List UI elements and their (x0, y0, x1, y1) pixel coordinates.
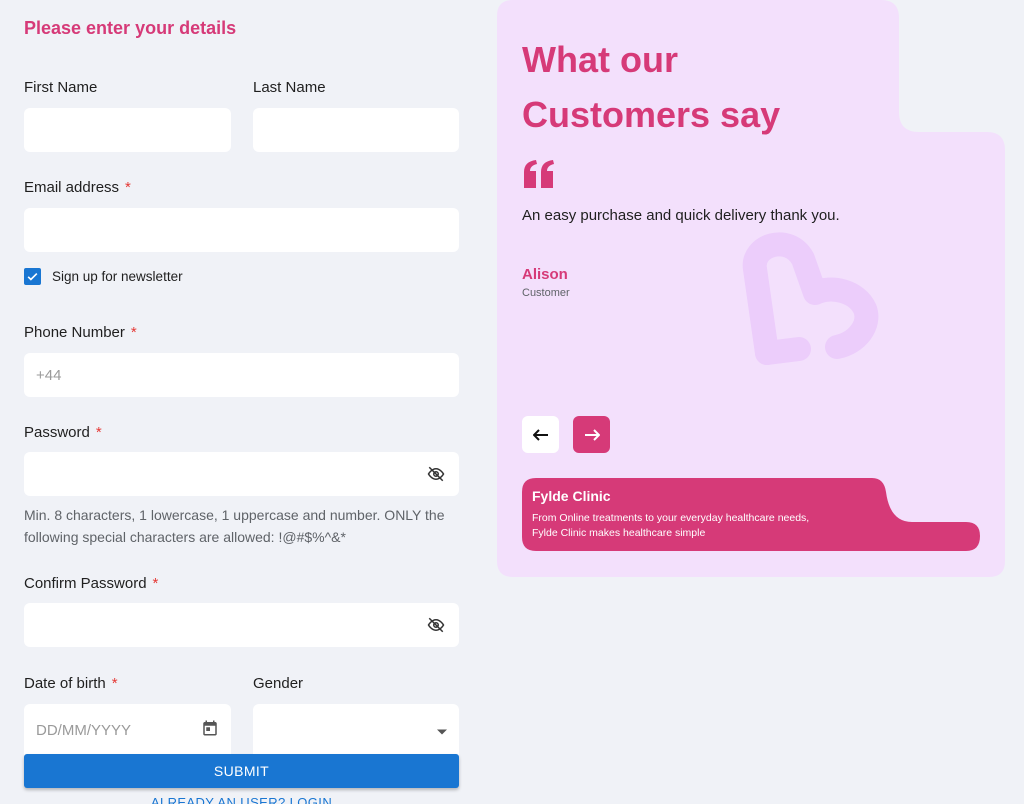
required-mark: * (130, 324, 137, 341)
arrow-right-icon (584, 428, 600, 441)
dob-input[interactable]: DD/MM/YYYY (24, 704, 231, 756)
first-name-input[interactable] (24, 108, 231, 152)
author-role: Customer (522, 287, 570, 299)
required-mark: * (152, 575, 159, 592)
newsletter-checkbox-row[interactable]: Sign up for newsletter (24, 268, 183, 285)
testimonial-text: An easy purchase and quick delivery than… (522, 207, 840, 224)
password-hint: Min. 8 characters, 1 lowercase, 1 upperc… (24, 507, 445, 545)
required-mark: * (111, 675, 118, 692)
gender-select[interactable] (253, 704, 459, 756)
dropdown-arrow-icon (437, 722, 447, 739)
required-mark: * (125, 179, 131, 196)
author-name: Alison (522, 266, 568, 283)
first-name-label: First Name (24, 79, 98, 96)
form-title: Please enter your details (24, 18, 237, 38)
dob-label: Date of birth * (24, 675, 118, 692)
testimonial-panel: What our Customers say An easy purchase … (497, 0, 1005, 577)
previous-button[interactable] (522, 416, 559, 453)
heading-line-1: What our (522, 39, 678, 80)
heading-line-2: Customers say (522, 94, 781, 135)
next-button[interactable] (573, 416, 610, 453)
quote-icon (522, 160, 556, 193)
confirm-password-label: Confirm Password * (24, 575, 159, 592)
password-input[interactable] (24, 452, 459, 496)
confirm-password-input[interactable] (24, 603, 459, 647)
dob-placeholder: DD/MM/YYYY (36, 721, 132, 739)
submit-button[interactable]: SUBMIT (24, 754, 459, 788)
phone-input[interactable]: +44 (24, 353, 459, 397)
eye-off-icon[interactable] (425, 614, 447, 636)
arrow-left-icon (532, 428, 548, 441)
last-name-label: Last Name (253, 79, 326, 96)
phone-value: +44 (36, 366, 62, 384)
email-input[interactable] (24, 208, 459, 252)
phone-label: Phone Number * (24, 324, 137, 341)
clinic-description: From Online treatments to your everyday … (532, 511, 809, 541)
email-label: Email address * (24, 179, 131, 196)
heart-logo-icon (737, 225, 897, 390)
login-link[interactable]: ALREADY AN USER? LOGIN (24, 795, 459, 804)
clinic-name: Fylde Clinic (532, 488, 611, 504)
checkbox-checked-icon[interactable] (24, 268, 41, 285)
password-label: Password * (24, 424, 102, 441)
newsletter-label: Sign up for newsletter (52, 269, 183, 284)
last-name-input[interactable] (253, 108, 459, 152)
required-mark: * (95, 424, 102, 441)
panel-heading: What our Customers say (522, 32, 780, 142)
clinic-desc-line-2: Fylde Clinic makes healthcare simple (532, 527, 706, 539)
clinic-desc-line-1: From Online treatments to your everyday … (532, 512, 810, 524)
eye-off-icon[interactable] (425, 463, 447, 485)
gender-label: Gender (253, 675, 304, 692)
calendar-icon[interactable] (201, 719, 219, 741)
